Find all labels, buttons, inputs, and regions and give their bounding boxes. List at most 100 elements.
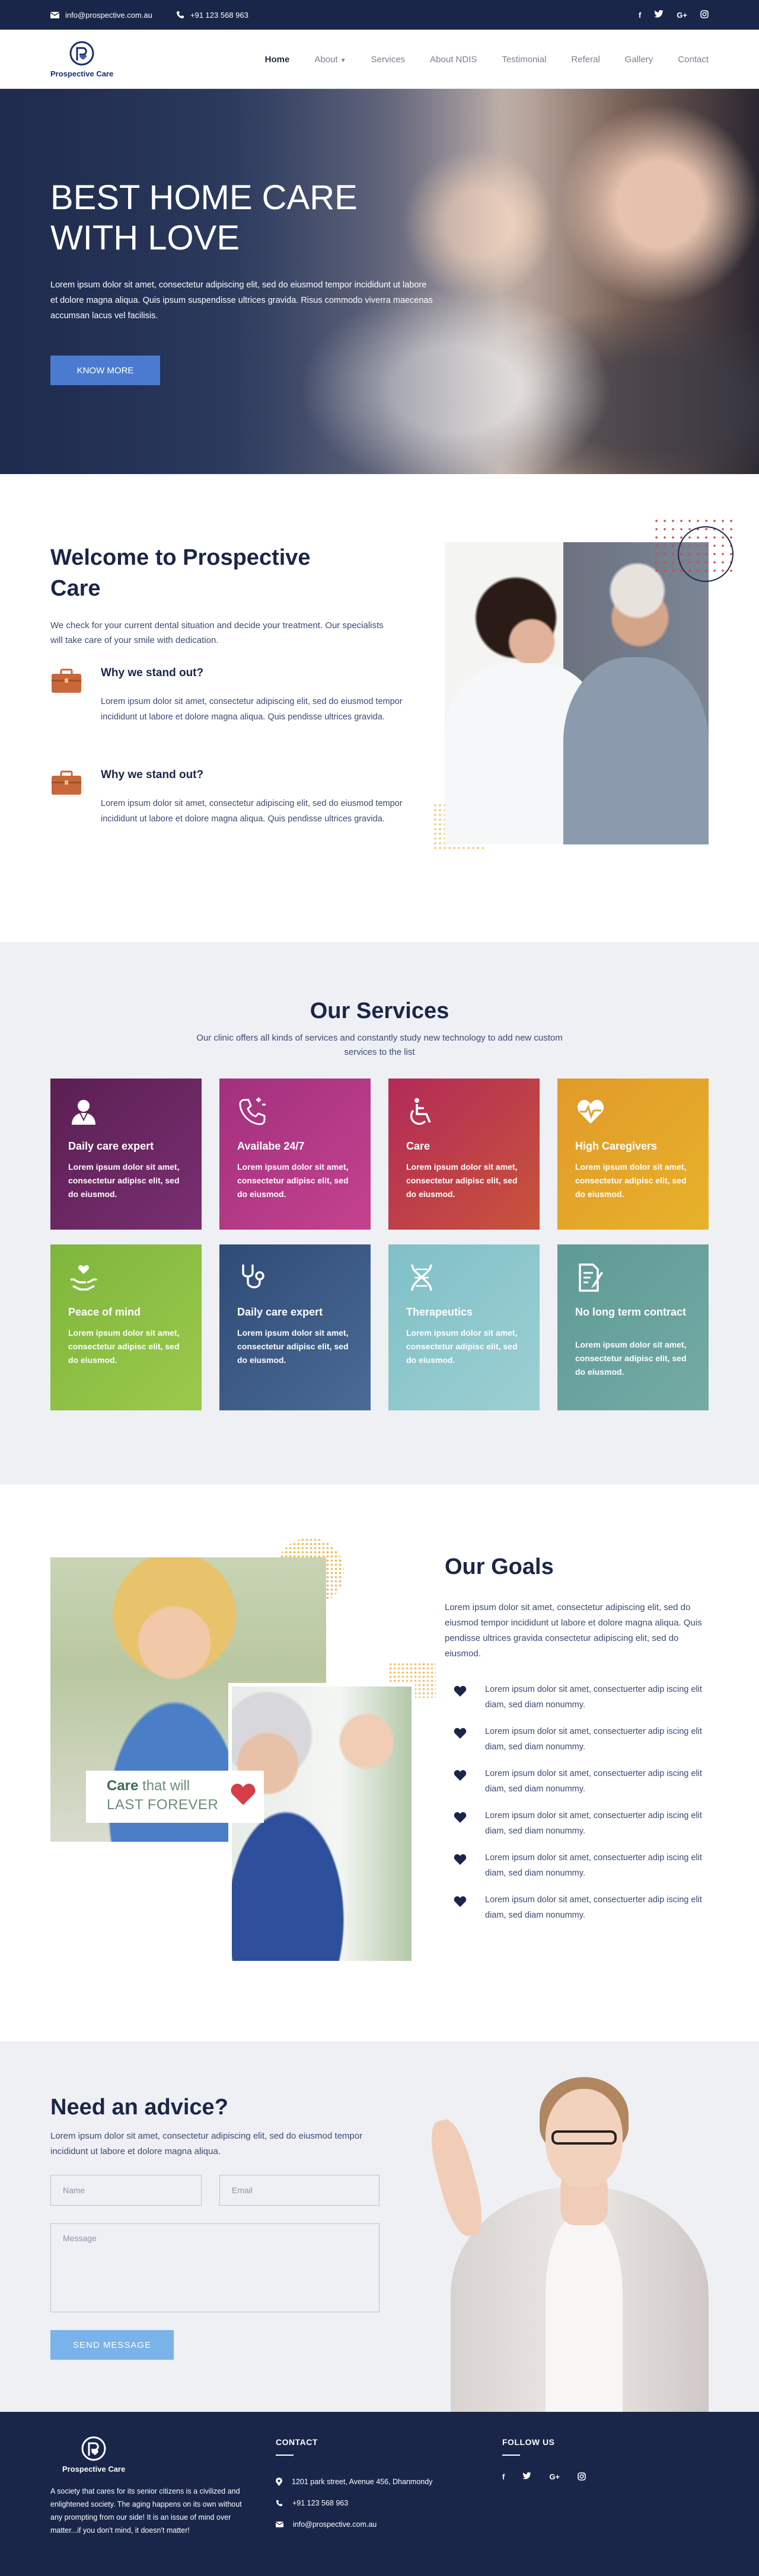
footer-email-text: info@prospective.com.au: [293, 2520, 377, 2529]
document-icon: [575, 1262, 606, 1293]
user-icon: [68, 1096, 99, 1127]
message-field[interactable]: [50, 2223, 380, 2312]
heart-icon: [454, 1854, 467, 1865]
stethoscope-icon: [237, 1262, 268, 1293]
feature-title: Why we stand out?: [101, 769, 204, 781]
phone-icon: [176, 11, 184, 18]
service-card[interactable]: No long term contract Lorem ipsum dolor s…: [557, 1244, 709, 1410]
photo-shape: [551, 2130, 617, 2145]
service-card[interactable]: Availabe 24/7 Lorem ipsum dolor sit amet,…: [219, 1079, 371, 1230]
google-plus-icon[interactable]: G+: [677, 11, 687, 20]
photo-shape: [424, 2116, 489, 2240]
heart-icon: [454, 1896, 467, 1907]
topbar-email-text: info@prospective.com.au: [65, 10, 152, 20]
divider: [276, 2455, 294, 2456]
hero-section: BEST HOME CARE WITH LOVE Lorem ipsum dol…: [0, 89, 759, 474]
welcome-title: Welcome to Prospective Care: [50, 545, 311, 601]
goals-title: Our Goals: [445, 1554, 554, 1579]
services-subtitle: Our clinic offers all kinds of services …: [196, 1033, 563, 1057]
nav-about-ndis[interactable]: About NDIS: [430, 55, 477, 65]
advice-title: Need an advice?: [50, 2095, 228, 2120]
caret-down-icon: ▼: [340, 57, 346, 64]
service-card-text: Lorem ipsum dolor sit amet, consectetur …: [237, 1328, 349, 1365]
instagram-icon[interactable]: [578, 2472, 586, 2482]
goal-item: Lorem ipsum dolor sit amet, consectuerte…: [454, 1682, 709, 1724]
topbar-phone[interactable]: +91 123 568 963: [176, 11, 248, 20]
email-field[interactable]: [219, 2175, 380, 2206]
footer-follow-title: FOLLOW US: [502, 2437, 555, 2447]
topbar-phone-text: +91 123 568 963: [190, 10, 248, 20]
send-message-button[interactable]: SEND MESSAGE: [50, 2330, 174, 2360]
topbar-email[interactable]: info@prospective.com.au: [50, 11, 152, 20]
footer-logo[interactable]: Prospective Care: [62, 2436, 125, 2473]
footer-social: f G+: [502, 2472, 586, 2482]
twitter-icon[interactable]: [522, 2472, 532, 2482]
service-card-title: Daily care expert: [237, 1306, 323, 1318]
map-pin-icon: [276, 2478, 282, 2486]
services-section: Our Services Our clinic offers all kinds…: [0, 942, 759, 1484]
advisor-photo: [424, 2077, 709, 2412]
nav-contact[interactable]: Contact: [678, 55, 709, 65]
goals-section: Care that will LAST FOREVER Our Goals Lo…: [50, 1484, 709, 2041]
service-card[interactable]: Care Lorem ipsum dolor sit amet, consecte…: [388, 1079, 540, 1230]
google-plus-icon[interactable]: G+: [549, 2472, 560, 2482]
hero-title: BEST HOME CARE WITH LOVE: [50, 178, 358, 257]
badge-line-2: LAST FOREVER: [107, 1797, 219, 1813]
goal-item-text: Lorem ipsum dolor sit amet, consectuerte…: [485, 1769, 702, 1794]
service-card[interactable]: Daily care expert Lorem ipsum dolor sit a…: [50, 1079, 202, 1230]
decor-circle: [678, 526, 734, 582]
mail-icon: [276, 2521, 283, 2527]
goal-item: Lorem ipsum dolor sit amet, consectuerte…: [454, 1892, 709, 1934]
nav-gallery[interactable]: Gallery: [625, 55, 653, 65]
footer-email[interactable]: info@prospective.com.au: [276, 2514, 432, 2535]
nav-testimonial[interactable]: Testimonial: [502, 55, 546, 65]
heart-icon: [454, 1686, 467, 1697]
dna-icon: [406, 1262, 437, 1293]
feature-text: Lorem ipsum dolor sit amet, consectetur …: [101, 799, 403, 824]
logo-icon: [81, 2436, 106, 2461]
facebook-icon[interactable]: f: [639, 11, 641, 20]
goal-item-text: Lorem ipsum dolor sit amet, consectuerte…: [485, 1895, 702, 1920]
goal-item-text: Lorem ipsum dolor sit amet, consectuerte…: [485, 1811, 702, 1836]
facebook-icon[interactable]: f: [502, 2472, 505, 2482]
hero-text: Lorem ipsum dolor sit amet, consectetur …: [50, 280, 433, 321]
nav-home[interactable]: Home: [265, 55, 290, 65]
name-field[interactable]: [50, 2175, 202, 2206]
elderly-care-photo: [228, 1683, 415, 1964]
service-card-title: Availabe 24/7: [237, 1140, 305, 1152]
footer-contact-list: 1201 park street, Avenue 456, Dhanmondy …: [276, 2471, 432, 2535]
briefcase-icon: [52, 770, 81, 795]
service-card-title: No long term contract: [575, 1306, 687, 1318]
services-title: Our Services: [310, 999, 449, 1023]
footer-address: 1201 park street, Avenue 456, Dhanmondy: [276, 2471, 432, 2492]
goal-item: Lorem ipsum dolor sit amet, consectuerte…: [454, 1808, 709, 1850]
goals-list: Lorem ipsum dolor sit amet, consectuerte…: [454, 1682, 709, 1934]
heart-icon: [454, 1728, 467, 1739]
footer-phone-text: +91 123 568 963: [292, 2499, 349, 2507]
twitter-icon[interactable]: [654, 10, 664, 20]
service-card-title: Peace of mind: [68, 1306, 141, 1318]
instagram-icon[interactable]: [700, 9, 709, 20]
logo-icon: [69, 41, 94, 66]
service-card-text: Lorem ipsum dolor sit amet, consectetur …: [237, 1162, 349, 1199]
nav-referal[interactable]: Referal: [571, 55, 599, 65]
service-card[interactable]: Daily care expert Lorem ipsum dolor sit a…: [219, 1244, 371, 1410]
service-card-text: Lorem ipsum dolor sit amet, consectetur …: [575, 1340, 687, 1377]
nav-about[interactable]: About ▼: [314, 55, 346, 65]
service-card[interactable]: Therapeutics Lorem ipsum dolor sit amet, …: [388, 1244, 540, 1410]
know-more-button[interactable]: KNOW MORE: [50, 356, 160, 385]
footer-contact-title: CONTACT: [276, 2437, 318, 2447]
service-card[interactable]: High Caregivers Lorem ipsum dolor sit ame…: [557, 1079, 709, 1230]
hands-icon: [68, 1262, 99, 1293]
footer: Prospective Care A society that cares fo…: [0, 2412, 759, 2576]
divider: [502, 2455, 520, 2456]
navbar: Prospective Care Home About ▼ Services A…: [0, 30, 759, 89]
badge-care: Care: [107, 1778, 139, 1794]
welcome-intro: We check for your current dental situati…: [50, 620, 384, 645]
goal-item: Lorem ipsum dolor sit amet, consectuerte…: [454, 1850, 709, 1892]
nav-services[interactable]: Services: [371, 55, 406, 65]
brand-logo[interactable]: Prospective Care: [50, 40, 113, 78]
footer-phone[interactable]: +91 123 568 963: [276, 2492, 432, 2514]
wheelchair-icon: [406, 1096, 437, 1127]
service-card[interactable]: Peace of mind Lorem ipsum dolor sit amet,…: [50, 1244, 202, 1410]
